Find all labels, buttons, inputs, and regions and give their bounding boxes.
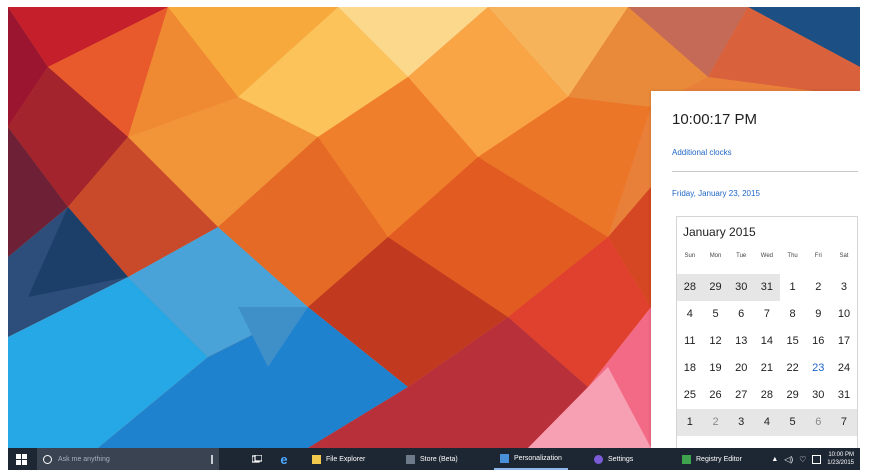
app-label: Settings — [608, 455, 634, 463]
calendar-day[interactable]: 7 — [754, 301, 780, 328]
taskbar-app-settings[interactable]: Settings — [588, 448, 639, 470]
calendar-day[interactable]: 28 — [754, 382, 780, 409]
taskbar-app-file-explorer[interactable]: File Explorer — [306, 448, 371, 470]
search-box[interactable]: Ask me anything — [37, 448, 219, 470]
edge-browser-button[interactable]: e — [276, 448, 292, 470]
volume-icon[interactable]: ◁) — [784, 455, 793, 464]
calendar-day[interactable]: 5 — [703, 301, 729, 328]
clock-calendar-flyout: 10:00:17 PM Additional clocks Friday, Ja… — [651, 91, 860, 449]
store-icon — [406, 454, 415, 464]
calendar-day[interactable]: 31 — [831, 382, 857, 409]
cortana-icon — [43, 454, 52, 464]
registry-icon — [682, 454, 691, 464]
taskbar-clock-date: 1/23/2015 — [827, 460, 854, 466]
calendar-day[interactable]: 24 — [831, 355, 857, 382]
calendar-day[interactable]: 29 — [780, 382, 806, 409]
calendar-day[interactable]: 28 — [677, 274, 703, 301]
calendar-day[interactable]: 22 — [780, 355, 806, 382]
calendar-day[interactable]: 9 — [805, 301, 831, 328]
calendar-day[interactable]: 14 — [754, 328, 780, 355]
browser-e-icon: e — [280, 451, 288, 467]
current-date-link[interactable]: Friday, January 23, 2015 — [672, 189, 760, 198]
calendar-day[interactable]: 19 — [703, 355, 729, 382]
weekday-label: Sat — [839, 253, 849, 259]
calendar-day[interactable]: 17 — [831, 328, 857, 355]
calendar-day[interactable]: 4 — [677, 301, 703, 328]
calendar-day[interactable]: 1 — [677, 409, 703, 436]
network-icon[interactable]: ♡ — [799, 455, 806, 464]
task-view-button[interactable] — [250, 448, 264, 470]
weekday-label: Thu — [787, 253, 798, 259]
calendar-day[interactable]: 3 — [831, 274, 857, 301]
weekday-label: Mon — [709, 253, 722, 259]
weekday-label: Fri — [814, 253, 822, 259]
calendar-day[interactable]: 21 — [754, 355, 780, 382]
calendar-day[interactable]: 11 — [677, 328, 703, 355]
weekday-label: Wed — [760, 253, 774, 259]
taskbar-app-store[interactable]: Store (Beta) — [400, 448, 464, 470]
calendar-day[interactable]: 18 — [677, 355, 703, 382]
calendar-month-title[interactable]: January 2015 — [683, 225, 756, 239]
task-view-icon — [252, 455, 262, 463]
calendar: January 2015 Sun Mon Tue Wed Thu Fri Sat 28 29 3… — [676, 216, 858, 449]
taskbar-clock[interactable]: 10:00 PM 1/23/2015 — [827, 451, 854, 467]
calendar-grid: 28 29 30 31 1 2 3 4 5 6 7 8 9 10 11 12 13 14 15 16 17 18 19 20 2… — [677, 274, 857, 436]
calendar-day[interactable]: 15 — [780, 328, 806, 355]
microphone-icon[interactable] — [211, 454, 213, 464]
calendar-day[interactable]: 6 — [728, 301, 754, 328]
calendar-day[interactable]: 20 — [728, 355, 754, 382]
weekday-label: Sun — [684, 253, 696, 259]
calendar-day[interactable]: 16 — [805, 328, 831, 355]
divider — [672, 171, 858, 172]
calendar-day[interactable]: 25 — [677, 382, 703, 409]
calendar-day[interactable]: 8 — [780, 301, 806, 328]
windows-logo-icon — [15, 453, 27, 465]
calendar-day[interactable]: 2 — [805, 274, 831, 301]
calendar-day[interactable]: 7 — [831, 409, 857, 436]
personalization-icon — [500, 453, 509, 463]
calendar-day[interactable]: 1 — [780, 274, 806, 301]
app-label: Registry Editor — [696, 455, 742, 463]
system-tray: ▲ ◁) ♡ 10:00 PM 1/23/2015 — [771, 448, 860, 470]
calendar-day[interactable]: 27 — [728, 382, 754, 409]
calendar-day[interactable]: 29 — [702, 274, 729, 301]
calendar-day[interactable]: 12 — [703, 328, 729, 355]
calendar-day[interactable]: 4 — [754, 409, 780, 436]
calendar-day[interactable]: 5 — [779, 409, 806, 436]
taskbar: Ask me anything e File Explorer Store (B… — [8, 448, 860, 470]
start-button[interactable] — [8, 448, 34, 470]
calendar-day[interactable]: 13 — [728, 328, 754, 355]
action-center-icon[interactable] — [812, 454, 822, 464]
app-label: Personalization — [514, 454, 562, 462]
folder-icon — [312, 454, 321, 464]
desktop[interactable]: 10:00:17 PM Additional clocks Friday, Ja… — [8, 7, 860, 470]
gear-icon — [594, 454, 603, 464]
calendar-day[interactable]: 10 — [831, 301, 857, 328]
current-time: 10:00:17 PM — [672, 111, 758, 128]
calendar-day[interactable]: 30 — [728, 274, 755, 301]
calendar-day[interactable]: 30 — [805, 382, 831, 409]
taskbar-clock-time: 10:00 PM — [828, 452, 854, 458]
weekday-label: Tue — [736, 253, 747, 259]
app-label: File Explorer — [326, 455, 366, 463]
app-label: Store (Beta) — [420, 455, 458, 463]
search-placeholder: Ask me anything — [58, 455, 110, 463]
weekday-header: Sun Mon Tue Wed Thu Fri Sat — [677, 253, 857, 259]
calendar-day[interactable]: 23 — [805, 355, 831, 382]
chevron-up-icon[interactable]: ▲ — [771, 456, 778, 463]
additional-clocks-link[interactable]: Additional clocks — [672, 148, 732, 157]
calendar-day[interactable]: 2 — [702, 409, 729, 436]
calendar-day[interactable]: 3 — [728, 409, 755, 436]
calendar-day[interactable]: 6 — [805, 409, 832, 436]
taskbar-app-registry-editor[interactable]: Registry Editor — [676, 448, 748, 470]
calendar-day[interactable]: 31 — [754, 274, 780, 301]
calendar-day[interactable]: 26 — [703, 382, 729, 409]
taskbar-app-personalization[interactable]: Personalization — [494, 448, 568, 470]
